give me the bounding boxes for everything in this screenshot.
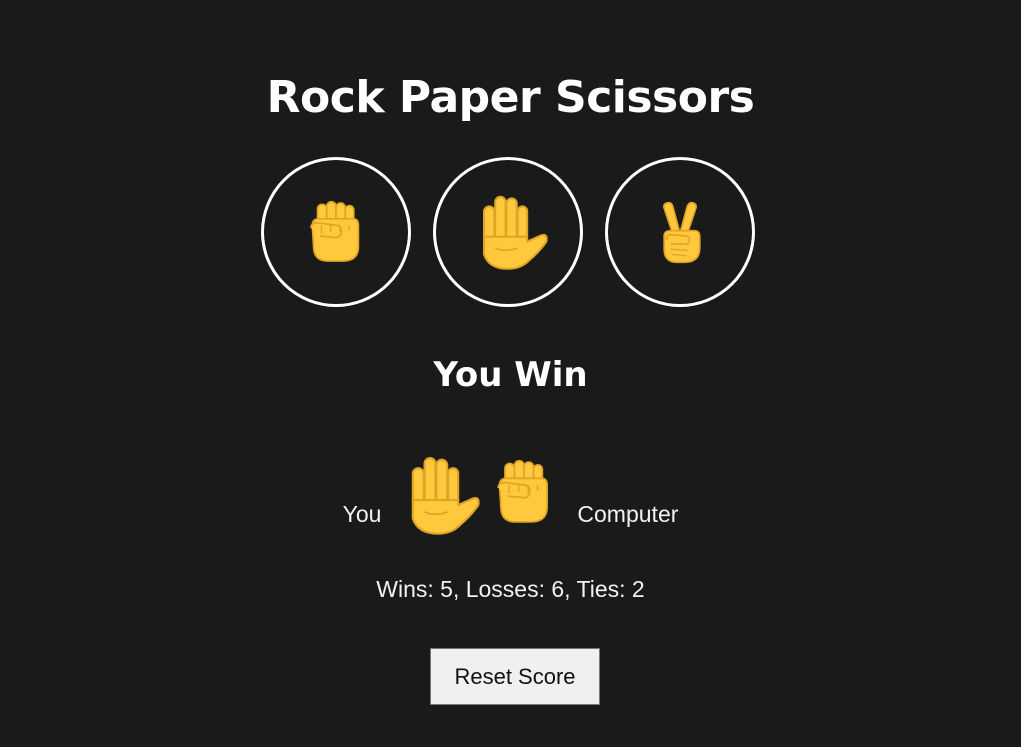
raised-hand-icon <box>396 452 480 538</box>
raised-hand-icon <box>468 192 548 272</box>
moves-display: You Computer <box>0 438 1021 538</box>
choice-buttons <box>261 157 755 307</box>
raised-fist-icon <box>490 458 558 526</box>
scissors-button[interactable] <box>605 157 755 307</box>
computer-label: Computer <box>577 501 679 527</box>
page-title: Rock Paper Scissors <box>266 72 755 123</box>
result-message: You Win <box>433 355 588 395</box>
victory-hand-icon <box>647 192 713 272</box>
reset-score-button[interactable]: Reset Score <box>430 648 600 705</box>
you-label: You <box>342 501 382 527</box>
score-text: Wins: 5, Losses: 6, Ties: 2 <box>376 576 645 602</box>
raised-fist-icon <box>303 199 369 265</box>
rock-button[interactable] <box>261 157 411 307</box>
paper-button[interactable] <box>433 157 583 307</box>
